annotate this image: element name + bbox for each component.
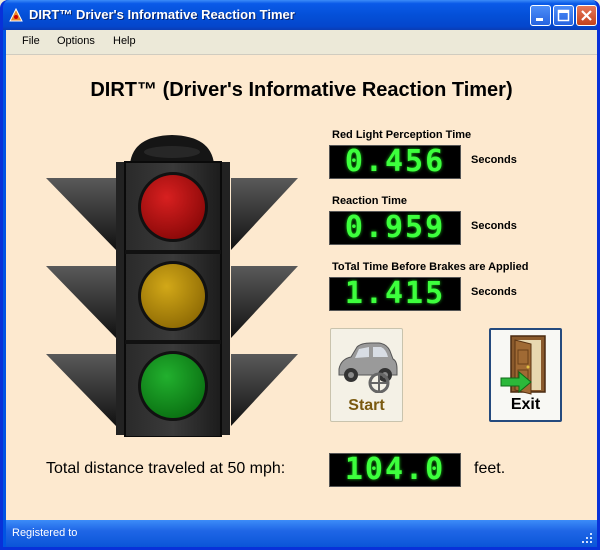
close-icon bbox=[581, 10, 592, 21]
menu-help[interactable]: Help bbox=[113, 35, 136, 47]
close-button[interactable] bbox=[576, 5, 597, 26]
exit-label: Exit bbox=[510, 396, 541, 413]
reaction-display: 0.959 bbox=[329, 211, 461, 245]
maximize-button[interactable] bbox=[553, 5, 574, 26]
start-button[interactable]: Start bbox=[330, 328, 403, 422]
red-lamp bbox=[141, 175, 205, 239]
reaction-label: Reaction Time bbox=[332, 195, 407, 207]
title-bar[interactable]: DIRT™ Driver's Informative Reaction Time… bbox=[3, 0, 597, 30]
perception-unit: Seconds bbox=[471, 154, 517, 166]
perception-label: Red Light Perception Time bbox=[332, 129, 472, 141]
page-title: DIRT™ (Driver's Informative Reaction Tim… bbox=[90, 79, 513, 101]
start-label: Start bbox=[348, 397, 385, 414]
window-title: DIRT™ Driver's Informative Reaction Time… bbox=[29, 7, 295, 22]
total-time-label: ToTal Time Before Brakes are Applied bbox=[332, 261, 529, 273]
total-time-display: 1.415 bbox=[329, 277, 461, 311]
menu-file[interactable]: File bbox=[22, 35, 40, 47]
app-window: DIRT™ Driver's Informative Reaction Time… bbox=[0, 0, 600, 550]
minimize-button[interactable] bbox=[530, 5, 551, 26]
perception-display: 0.456 bbox=[329, 145, 461, 179]
total-time-unit: Seconds bbox=[471, 286, 517, 298]
main-panel: DIRT™ (Driver's Informative Reaction Tim… bbox=[6, 55, 597, 520]
maximize-icon bbox=[557, 9, 570, 22]
green-lamp bbox=[141, 354, 205, 418]
status-text: Registered to bbox=[12, 527, 78, 539]
car-icon bbox=[338, 342, 398, 393]
menu-bar: File Options Help bbox=[6, 30, 597, 55]
minimize-icon bbox=[536, 18, 543, 21]
distance-unit: feet. bbox=[474, 460, 506, 477]
status-bar: Registered to bbox=[6, 520, 597, 547]
exit-door-icon bbox=[500, 335, 546, 395]
traffic-light-image bbox=[46, 135, 298, 437]
exit-button[interactable]: Exit bbox=[489, 328, 562, 422]
reaction-unit: Seconds bbox=[471, 220, 517, 232]
yellow-lamp bbox=[141, 264, 205, 328]
distance-display: 104.0 bbox=[329, 453, 461, 487]
resize-grip-icon[interactable] bbox=[581, 532, 593, 544]
menu-options[interactable]: Options bbox=[57, 35, 95, 47]
distance-label: Total distance traveled at 50 mph: bbox=[46, 460, 286, 477]
app-icon bbox=[9, 8, 23, 22]
